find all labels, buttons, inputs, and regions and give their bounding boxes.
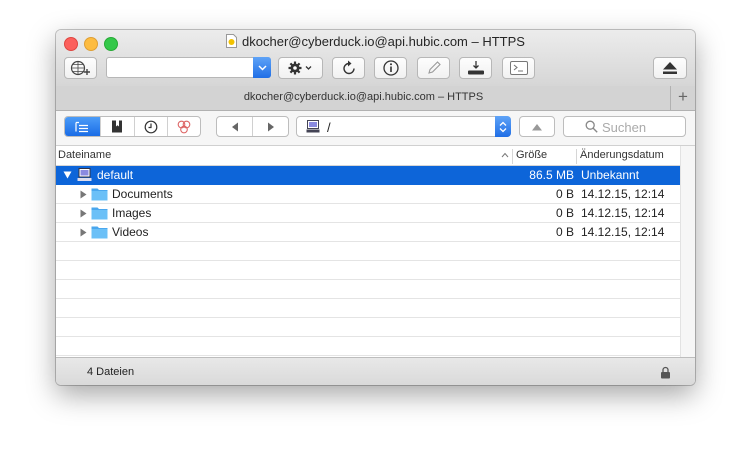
bonjour-view-button[interactable] [168,117,200,136]
pencil-icon [427,61,441,74]
open-connection-button[interactable] [64,57,97,79]
empty-row [56,280,680,299]
empty-row [56,299,680,318]
drive-icon [306,120,320,133]
file-row-documents[interactable]: Documents 0 B 14.12.15, 12:14 [56,185,680,204]
window-title-wrap: dkocher@cyberduck.io@api.hubic.com – HTT… [56,34,695,49]
bookmarks-view-button[interactable] [101,117,135,136]
refresh-button[interactable] [332,57,365,79]
bonjour-icon [177,120,191,133]
disclosure-collapsed-icon[interactable] [80,190,87,199]
column-divider[interactable] [512,149,513,164]
file-modified: 14.12.15, 12:14 [581,187,665,201]
sort-ascending-icon [501,152,509,158]
status-text: 4 Dateien [87,366,135,378]
empty-row [56,242,680,261]
file-name: Images [112,206,152,220]
terminal-button[interactable] [502,57,535,79]
file-name: Documents [112,187,173,201]
folder-icon [91,188,108,201]
tab-connection[interactable]: dkocher@cyberduck.io@api.hubic.com – HTT… [56,91,671,103]
status-bar: 4 Dateien [56,357,695,385]
browser-view-button[interactable] [65,117,101,136]
history-view-button[interactable] [135,117,168,136]
forward-button[interactable] [253,117,288,136]
file-list: default 86.5 MB Unbekannt Documents 0 B … [56,166,680,356]
file-modified: Unbekannt [581,168,640,182]
drive-icon [77,168,92,181]
get-info-button[interactable] [374,57,407,79]
parent-directory-button[interactable] [519,116,555,137]
browser-window: dkocher@cyberduck.io@api.hubic.com – HTT… [56,30,695,385]
transfers-button[interactable] [459,57,492,79]
new-tab-button[interactable]: + [670,86,695,110]
empty-row [56,318,680,337]
file-size: 86.5 MB [529,168,574,182]
navigation-bar: / Suchen [56,111,695,146]
bookmark-file-icon [226,34,238,48]
file-row-default[interactable]: default 86.5 MB Unbekannt [56,166,680,185]
search-field[interactable]: Suchen [563,116,686,137]
column-modified-header[interactable]: Änderungsdatum [580,149,664,161]
clock-icon [144,120,158,133]
disclosure-collapsed-icon[interactable] [80,209,87,218]
folder-icon [91,226,108,239]
file-row-images[interactable]: Images 0 B 14.12.15, 12:14 [56,204,680,223]
path-dropdown[interactable] [495,116,511,137]
file-size: 0 B [555,225,574,239]
gear-icon [288,61,311,75]
outline-view-icon [75,121,89,132]
tab-bar: dkocher@cyberduck.io@api.hubic.com – HTT… [56,86,695,111]
triangle-right-icon [267,122,274,131]
quick-connect-dropdown[interactable] [253,57,271,78]
triangle-left-icon [231,122,238,131]
disconnect-button[interactable] [653,57,687,79]
file-modified: 14.12.15, 12:14 [581,206,665,220]
path-selector[interactable]: / [296,116,511,137]
vertical-scrollbar[interactable] [680,146,695,357]
file-size: 0 B [555,206,574,220]
empty-row [56,261,680,280]
titlebar: dkocher@cyberduck.io@api.hubic.com – HTT… [56,30,695,87]
triangle-up-icon [532,123,542,130]
disclosure-collapsed-icon[interactable] [80,228,87,237]
chevron-down-icon [257,64,267,71]
file-modified: 14.12.15, 12:14 [581,225,665,239]
file-name: default [97,168,134,182]
column-divider[interactable] [576,149,577,164]
eject-icon [663,62,677,74]
up-down-chevron-icon [499,121,507,132]
folder-icon [91,207,108,220]
back-button[interactable] [217,117,253,136]
bookmark-book-icon [112,120,123,133]
current-path: / [327,120,331,135]
action-menu-button[interactable] [278,57,323,79]
column-name-header[interactable]: Dateiname [58,149,111,161]
history-navigation [216,116,289,137]
file-size: 0 B [555,187,574,201]
empty-row [56,337,680,356]
info-icon [382,60,399,76]
search-placeholder: Suchen [602,120,647,135]
search-icon [585,120,598,133]
view-switcher [64,116,201,137]
window-title: dkocher@cyberduck.io@api.hubic.com – HTT… [242,34,525,49]
file-name: Videos [112,225,149,239]
download-tray-icon [467,61,484,75]
disclosure-expanded-icon[interactable] [63,171,72,179]
file-row-videos[interactable]: Videos 0 B 14.12.15, 12:14 [56,223,680,242]
terminal-icon [509,61,528,75]
column-size-header[interactable]: Größe [516,149,547,161]
lock-icon[interactable] [660,366,671,379]
edit-button[interactable] [417,57,450,79]
quick-connect-combobox[interactable] [106,57,271,78]
globe-plus-icon [70,60,90,76]
column-header: Dateiname Größe Änderungsdatum [56,146,680,166]
refresh-icon [342,60,355,75]
